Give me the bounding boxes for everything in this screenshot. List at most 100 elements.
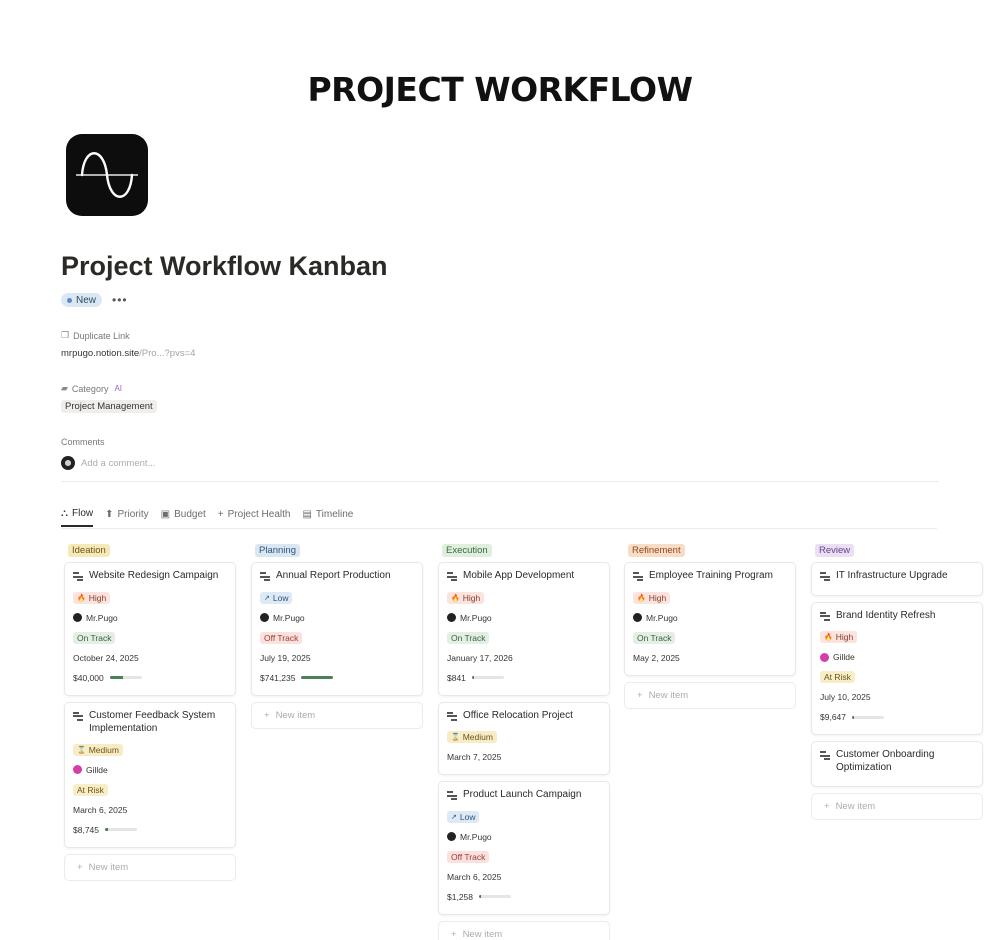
card-title-text: Office Relocation Project <box>463 709 573 721</box>
due-date: July 10, 2025 <box>820 692 871 702</box>
plus-icon: + <box>264 709 270 721</box>
column-label[interactable]: Execution <box>442 544 492 557</box>
page-doc-icon <box>447 572 457 583</box>
priority-label: Medium <box>462 732 493 742</box>
avatar <box>73 765 82 774</box>
kanban-card[interactable]: Mobile App Development 🔥 High Mr.Pugo On Tra… <box>438 562 610 696</box>
due-date: October 24, 2025 <box>73 652 139 663</box>
due-date: May 2, 2025 <box>633 652 680 663</box>
priority-label: Medium <box>88 744 119 755</box>
column-label[interactable]: Review <box>815 544 855 557</box>
status-badge[interactable]: New <box>61 293 103 307</box>
budget-bar <box>471 676 504 679</box>
page-doc-icon <box>447 791 457 802</box>
kanban-column-execution: Execution Mobile App Development 🔥 High Mr.P… <box>438 540 610 940</box>
new-item-button[interactable]: + New item <box>624 681 796 709</box>
owner: Mr.Pugo <box>260 613 305 623</box>
priority-row: 🔥 High <box>447 588 601 608</box>
kanban-column-review: Review IT Infrastructure Upgrade Brand Ide… <box>811 540 983 820</box>
kanban-card[interactable]: Customer Onboarding Optimization <box>811 741 983 787</box>
column-label[interactable]: Planning <box>255 544 300 557</box>
kanban-card[interactable]: Brand Identity Refresh 🔥 High Gillde At Risk… <box>811 601 983 735</box>
card-title: Website Redesign Campaign <box>73 569 227 583</box>
budget-bar <box>105 828 137 831</box>
owner-row: Mr.Pugo <box>447 608 601 628</box>
health-chip: On Track <box>447 631 490 644</box>
budget-value: $1,258 <box>447 891 473 902</box>
new-item-label: New item <box>88 861 129 873</box>
divider <box>61 481 939 482</box>
date-row: March 7, 2025 <box>447 747 601 767</box>
banner-title: PROJECT WORKFLOW <box>307 70 693 109</box>
status-row: New ••• <box>61 293 128 307</box>
priority-label: High <box>462 592 481 603</box>
kanban-column-refinement: Refinement Employee Training Program 🔥 High… <box>624 540 796 709</box>
budget-row: $9,647 <box>820 707 974 727</box>
tab-project-health[interactable]: + Project Health <box>218 509 291 526</box>
new-item-button[interactable]: + New item <box>438 920 610 940</box>
kanban-card[interactable]: Office Relocation Project ⌛ Medium March 7,… <box>438 701 610 775</box>
budget-row: $1,258 <box>447 887 601 907</box>
card-title: Customer Onboarding Optimization <box>820 748 974 774</box>
owner: Gillde <box>820 652 855 662</box>
due-date: January 17, 2026 <box>447 652 513 663</box>
health-row: At Risk <box>820 667 974 687</box>
card-title-text: Mobile App Development <box>463 570 575 581</box>
page-icon-wave[interactable] <box>66 134 148 216</box>
duplicate-link-value[interactable]: mrpugo.notion.site/Pro...?pvs=4 <box>61 348 195 359</box>
kanban-card[interactable]: IT Infrastructure Upgrade <box>811 562 983 596</box>
owner-name: Gillde <box>833 652 855 662</box>
new-item-button[interactable]: + New item <box>251 701 423 729</box>
health-row: Off Track <box>260 628 414 648</box>
page-doc-icon <box>633 572 643 583</box>
new-item-label: New item <box>648 689 689 701</box>
more-options-icon[interactable]: ••• <box>112 293 128 307</box>
category-tag[interactable]: Project Management <box>61 400 157 413</box>
budget: $9,647 <box>820 712 884 722</box>
ai-badge[interactable]: AI <box>114 384 122 393</box>
flame-icon: 🔥 <box>77 594 86 602</box>
owner-name: Mr.Pugo <box>460 831 492 842</box>
card-title-text: IT Infrastructure Upgrade <box>836 570 948 581</box>
tab-flow[interactable]: ⛬ Flow <box>61 508 94 527</box>
card-title-text: Annual Report Production <box>276 570 391 581</box>
priority-row: ⌛ Medium <box>447 727 601 747</box>
priority-chip: 🔥 High <box>447 591 485 604</box>
tab-priority[interactable]: ⬆ Priority <box>105 509 149 526</box>
card-title-text: Employee Training Program <box>649 570 773 581</box>
owner: Gillde <box>73 765 108 775</box>
budget-row: $40,000 <box>73 668 227 688</box>
tab-budget[interactable]: ▣ Budget <box>161 509 206 526</box>
budget: $741,235 <box>260 672 334 683</box>
kanban-card[interactable]: Product Launch Campaign ↗ Low Mr.Pugo Off Tr… <box>438 781 610 915</box>
date-row: March 6, 2025 <box>447 867 601 887</box>
tab-timeline[interactable]: ▤ Timeline <box>302 509 353 526</box>
column-label[interactable]: Ideation <box>68 544 110 557</box>
owner-row: Mr.Pugo <box>447 827 601 847</box>
owner-name: Mr.Pugo <box>646 612 678 623</box>
card-title-text: Customer Onboarding Optimization <box>836 749 935 773</box>
kanban-card[interactable]: Annual Report Production ↗ Low Mr.Pugo Off T… <box>251 562 423 696</box>
page-doc-icon <box>447 711 457 723</box>
comment-row[interactable]: Add a comment... <box>61 456 155 470</box>
new-item-button[interactable]: + New item <box>811 793 983 820</box>
comment-input[interactable]: Add a comment... <box>81 458 155 469</box>
column-header: Planning <box>251 540 423 557</box>
kanban-card[interactable]: Customer Feedback System Implementation ⌛… <box>64 701 236 848</box>
budget-bar-fill <box>109 676 123 679</box>
priority-label: Low <box>272 592 289 603</box>
kanban-card[interactable]: Employee Training Program 🔥 High Mr.Pugo On … <box>624 562 796 676</box>
flame-icon: 🔥 <box>637 594 646 602</box>
budget: $841 <box>447 673 504 683</box>
priority-chip: 🔥 High <box>73 591 111 604</box>
budget-value: $8,745 <box>73 824 99 835</box>
column-label[interactable]: Refinement <box>628 544 685 557</box>
health-chip: At Risk <box>820 671 855 683</box>
avatar <box>260 613 269 622</box>
kanban-card[interactable]: Website Redesign Campaign 🔥 High Mr.Pugo On … <box>64 562 236 696</box>
column-header: Execution <box>438 540 610 557</box>
new-item-button[interactable]: + New item <box>64 853 236 881</box>
budget-value: $741,235 <box>260 672 296 683</box>
avatar <box>61 456 75 470</box>
priority-chip: ↗ Low <box>447 810 480 823</box>
